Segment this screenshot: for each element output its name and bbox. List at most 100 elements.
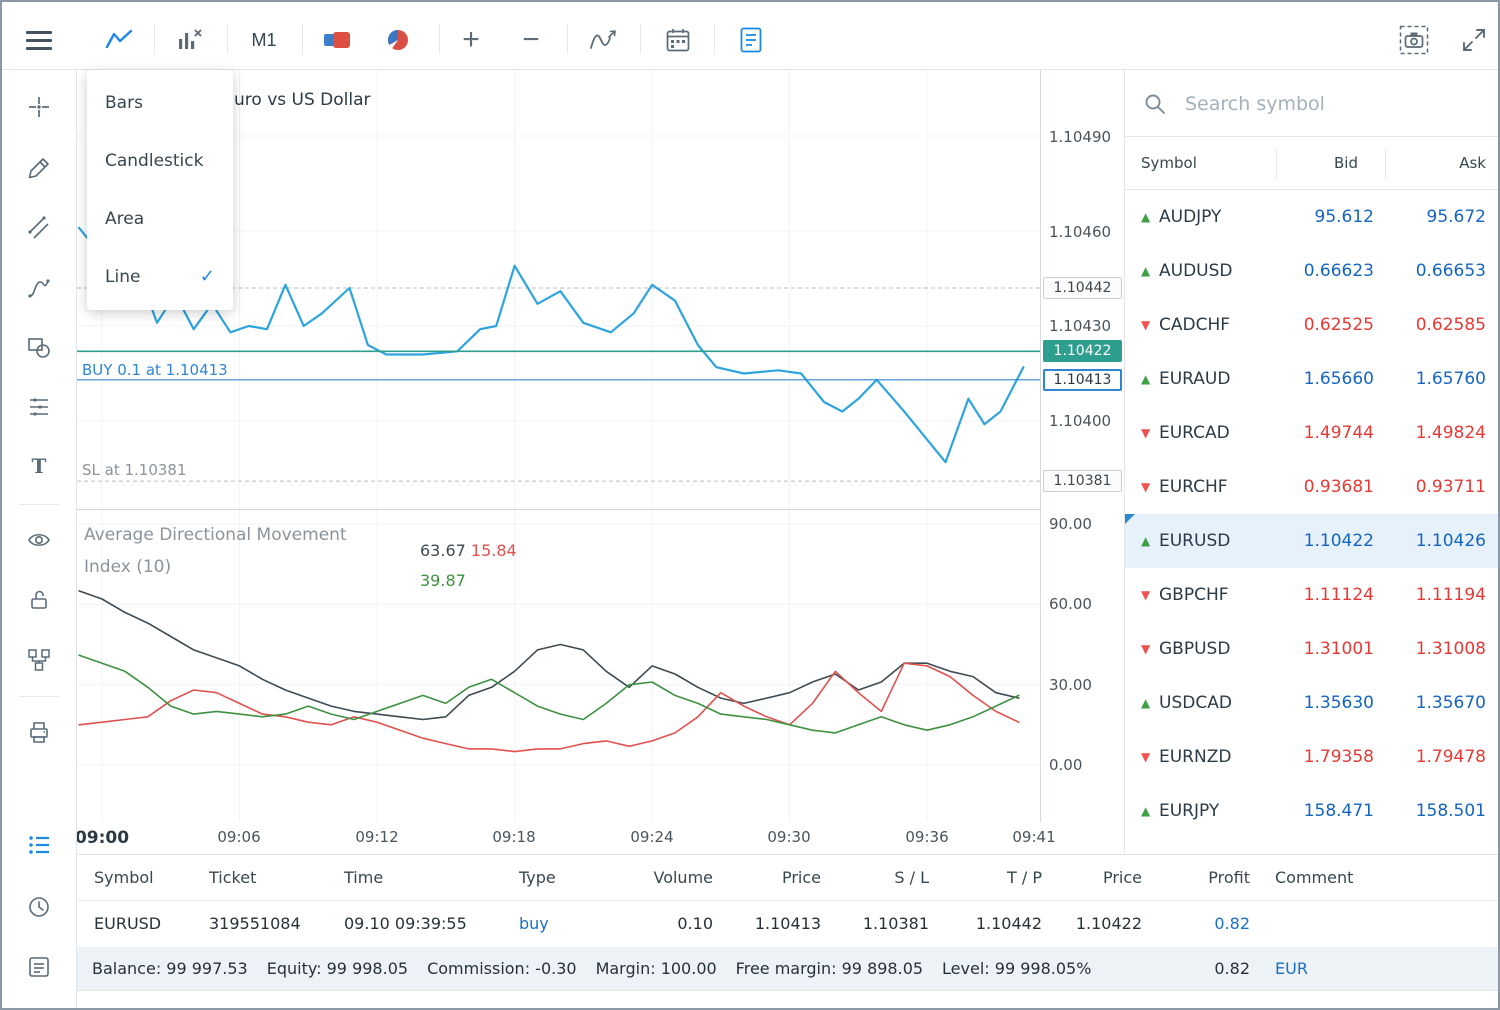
quotes-panel-button[interactable] xyxy=(19,825,59,865)
ask-price: 1.79478 xyxy=(1374,747,1500,767)
levels-tool-button[interactable] xyxy=(19,387,59,427)
market-watch-row-eurnzd[interactable]: EURNZD 1.79358 1.79478 xyxy=(1125,730,1500,784)
history-panel-button[interactable] xyxy=(19,887,59,927)
market-watch-row-gbpusd[interactable]: GBPUSD 1.31001 1.31008 xyxy=(1125,622,1500,676)
hamburger-icon xyxy=(26,31,52,50)
bid-price: 158.471 xyxy=(1274,801,1374,821)
balance-value: Balance: 99 997.53 xyxy=(92,959,248,978)
time-tick: 09:18 xyxy=(492,828,535,846)
di-red-value: 15.84 xyxy=(471,541,517,560)
toolbar-separator xyxy=(567,24,568,54)
fullscreen-button[interactable] xyxy=(1454,20,1494,60)
ask-price: 1.35670 xyxy=(1374,693,1500,713)
text-tool-button[interactable]: T xyxy=(19,447,59,487)
time-axis[interactable]: 09:00 09:06 09:12 09:18 09:24 09:30 09:3… xyxy=(77,822,1124,854)
trend-icon xyxy=(1141,480,1159,494)
adx-indicator-canvas[interactable] xyxy=(77,510,1040,822)
trend-icon xyxy=(1141,750,1159,764)
margin-level-value: Level: 99 998.05% xyxy=(942,959,1091,978)
shapes-tool-button[interactable] xyxy=(19,327,59,367)
adx-tick: 0.00 xyxy=(1049,756,1082,774)
market-watch-row-eurcad[interactable]: EURCAD 1.49744 1.49824 xyxy=(1125,406,1500,460)
time-tick: 09:30 xyxy=(767,828,810,846)
indicator-name-line1: Average Directional Movement xyxy=(84,525,347,545)
adx-tick: 60.00 xyxy=(1049,595,1092,613)
search-icon xyxy=(1143,92,1167,116)
toolbar-separator xyxy=(714,24,715,54)
pane-separator xyxy=(77,509,1124,510)
zoom-out-button[interactable]: − xyxy=(511,20,551,60)
lock-icon xyxy=(27,588,51,612)
market-watch-row-eurjpy[interactable]: EURJPY 158.471 158.501 xyxy=(1125,784,1500,838)
object-list-button[interactable] xyxy=(19,640,59,680)
ask-price: 1.11194 xyxy=(1374,585,1500,605)
zoom-in-button[interactable]: + xyxy=(451,20,491,60)
print-button[interactable] xyxy=(19,712,59,752)
one-click-trading-button[interactable] xyxy=(317,20,357,60)
chart-title: uro vs US Dollar xyxy=(234,90,371,110)
remove-indicator-button[interactable] xyxy=(170,20,210,60)
commission-value: Commission: -0.30 xyxy=(427,959,577,978)
symbol-name: EURCHF xyxy=(1159,477,1274,497)
bid-price: 1.31001 xyxy=(1274,639,1374,659)
toolbar-separator xyxy=(302,24,303,54)
quotes-list-icon xyxy=(27,833,51,857)
menu-button[interactable] xyxy=(19,20,59,60)
symbol-name: EURJPY xyxy=(1159,801,1274,821)
symbol-name: CADCHF xyxy=(1159,315,1274,335)
object-visibility-button[interactable] xyxy=(19,520,59,560)
account-summary-button[interactable] xyxy=(378,20,418,60)
ask-price: 1.10426 xyxy=(1374,531,1500,551)
bid-price: 0.93681 xyxy=(1274,477,1374,497)
menu-item-line[interactable]: Line xyxy=(87,248,233,306)
chart-type-button[interactable] xyxy=(99,20,139,60)
crosshair-tool-button[interactable] xyxy=(19,87,59,127)
toolbar-separator xyxy=(640,24,641,54)
symbol-name: EURNZD xyxy=(1159,747,1274,767)
market-watch-row-gbpchf[interactable]: GBPCHF 1.11124 1.11194 xyxy=(1125,568,1500,622)
objects-tree-icon xyxy=(27,648,51,672)
journal-panel-button[interactable] xyxy=(19,947,59,987)
trade-dialog-button[interactable] xyxy=(731,20,771,60)
menu-item-candlestick[interactable]: Candlestick xyxy=(87,132,233,190)
market-watch-row-usdcad[interactable]: USDCAD 1.35630 1.35670 xyxy=(1125,676,1500,730)
menu-item-area[interactable]: Area xyxy=(87,190,233,248)
draw-tool-button[interactable] xyxy=(19,148,59,188)
symbol-name: USDCAD xyxy=(1159,693,1274,713)
toolbar-separator xyxy=(154,24,155,54)
market-watch-row-eurchf[interactable]: EURCHF 0.93681 0.93711 xyxy=(1125,460,1500,514)
screenshot-button[interactable] xyxy=(1394,20,1434,60)
trendline-tool-button[interactable] xyxy=(19,208,59,248)
time-tick: 09:12 xyxy=(355,828,398,846)
position-ticket: 319551084 xyxy=(209,901,334,945)
sidebar-divider xyxy=(19,504,59,505)
open-position-row[interactable]: EURUSD 319551084 09.10 09:39:55 buy 0.10… xyxy=(77,901,1500,945)
shapes-icon xyxy=(27,335,51,359)
column-header-symbol: Symbol xyxy=(1125,154,1258,172)
indicators-button[interactable] xyxy=(583,20,623,60)
ask-price: 1.65760 xyxy=(1374,369,1500,389)
market-watch-row-cadchf[interactable]: CADCHF 0.62525 0.62585 xyxy=(1125,298,1500,352)
market-watch-row-audusd[interactable]: AUDUSD 0.66623 0.66653 xyxy=(1125,244,1500,298)
lock-objects-button[interactable] xyxy=(19,580,59,620)
price-axis[interactable]: 1.10490 1.10460 1.10430 1.10400 90.00 60… xyxy=(1040,70,1124,822)
text-icon: T xyxy=(27,455,51,479)
line-chart-icon xyxy=(105,28,133,52)
stop-loss-line-label[interactable]: SL at 1.10381 xyxy=(82,461,187,479)
column-separator xyxy=(1276,149,1277,179)
market-watch-row-audjpy[interactable]: AUDJPY 95.612 95.672 xyxy=(1125,190,1500,244)
search-input[interactable] xyxy=(1185,88,1475,120)
calendar-button[interactable] xyxy=(658,20,698,60)
market-watch-row-euraud[interactable]: EURAUD 1.65660 1.65760 xyxy=(1125,352,1500,406)
symbol-name: AUDUSD xyxy=(1159,261,1274,281)
symbol-name: EURAUD xyxy=(1159,369,1274,389)
menu-item-bars[interactable]: Bars xyxy=(87,74,233,132)
trend-icon xyxy=(1141,318,1159,332)
buy-order-line-label[interactable]: BUY 0.1 at 1.10413 xyxy=(82,361,228,379)
minus-icon: − xyxy=(522,25,540,55)
position-profit: 0.82 xyxy=(1110,901,1250,945)
curve-tool-button[interactable] xyxy=(19,268,59,308)
market-watch-row-eurusd[interactable]: EURUSD 1.10422 1.10426 xyxy=(1125,514,1500,568)
timeframe-button[interactable]: M1 xyxy=(244,20,284,60)
open-order-price-tag[interactable]: 1.10413 xyxy=(1043,369,1122,391)
